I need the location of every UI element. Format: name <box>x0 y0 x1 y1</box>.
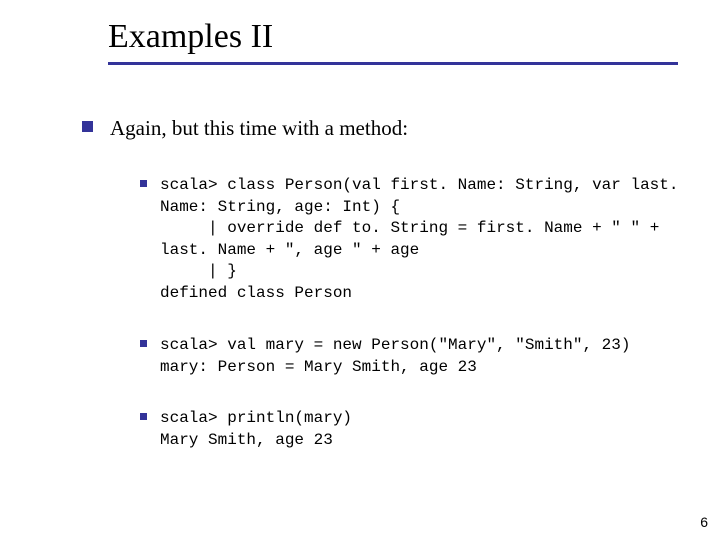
code-text: scala> println(mary) Mary Smith, age 23 <box>160 408 680 451</box>
code-block-2: scala> val mary = new Person("Mary", "Sm… <box>160 335 680 378</box>
code-block-1: scala> class Person(val first. Name: Str… <box>160 175 680 305</box>
slide: Examples II Again, but this time with a … <box>0 0 720 540</box>
intro-line: Again, but this time with a method: <box>110 116 680 141</box>
square-bullet-icon <box>140 180 147 187</box>
code-text: scala> val mary = new Person("Mary", "Sm… <box>160 335 680 378</box>
page-title: Examples II <box>108 18 273 56</box>
intro-text: Again, but this time with a method: <box>110 116 680 141</box>
title-underline <box>108 62 678 65</box>
code-block-3: scala> println(mary) Mary Smith, age 23 <box>160 408 680 451</box>
page-number: 6 <box>700 514 708 530</box>
code-text: scala> class Person(val first. Name: Str… <box>160 175 680 305</box>
square-bullet-icon <box>140 340 147 347</box>
square-bullet-icon <box>82 121 93 132</box>
square-bullet-icon <box>140 413 147 420</box>
